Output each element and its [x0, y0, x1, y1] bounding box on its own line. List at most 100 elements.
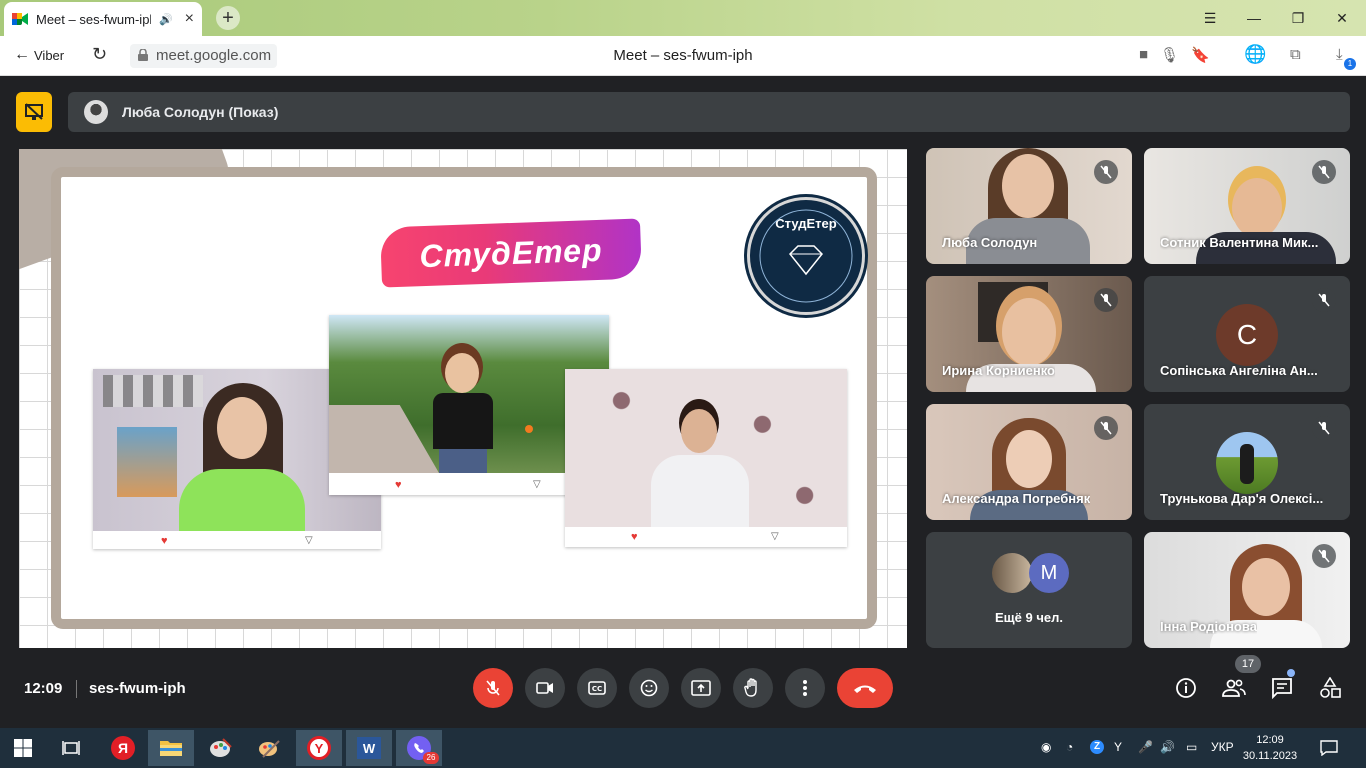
heart-icon: ♥ [631, 531, 638, 543]
close-tab-icon[interactable]: × [185, 10, 194, 28]
task-view-icon [62, 741, 80, 755]
more-options-button[interactable] [785, 668, 825, 708]
slide-content: СтудЕтер СтудЕтер ♥ ▽ ♥ ▽ ♥ ▽ [71, 185, 865, 613]
activities-button[interactable] [1316, 674, 1344, 702]
paint-taskbar-button[interactable] [198, 730, 244, 766]
notification-icon [1320, 740, 1338, 756]
globe-icon[interactable]: 🌐 [1244, 44, 1266, 65]
participant-tile[interactable]: Ирина Корниенко [926, 276, 1132, 392]
reload-icon[interactable]: ↻ [92, 44, 107, 65]
close-window-button[interactable]: ✕ [1320, 0, 1364, 36]
participant-tile[interactable]: Александра Погребняк [926, 404, 1132, 520]
browser-tab-strip: Meet – ses-fwum-iph 🔊 × + ☰ — ❐ ✕ [0, 0, 1366, 36]
reactions-button[interactable] [629, 668, 669, 708]
participant-tile[interactable]: Люба Солодун [926, 148, 1132, 264]
participant-name: Александра Погребняк [942, 491, 1091, 506]
language-indicator[interactable]: УКР [1211, 740, 1234, 754]
task-view-button[interactable] [48, 730, 94, 766]
arrow-left-icon: ← [14, 46, 30, 63]
participant-avatar [1216, 432, 1278, 494]
extensions-icon[interactable]: ⧉ [1290, 46, 1301, 63]
send-icon: ▽ [771, 531, 779, 542]
emoji-icon [640, 679, 658, 697]
system-clock[interactable]: 12:09 30.11.2023 [1242, 732, 1298, 764]
studeter-seal: СтудЕтер [747, 197, 865, 315]
heart-icon: ♥ [161, 535, 168, 547]
diamond-icon [759, 209, 853, 303]
slide-frame: СтудЕтер СтудЕтер ♥ ▽ ♥ ▽ ♥ ▽ [51, 167, 877, 629]
paint3d-taskbar-button[interactable] [246, 730, 292, 766]
chat-button[interactable] [1268, 674, 1296, 702]
menu-icon[interactable]: ☰ [1188, 0, 1232, 36]
participant-video-face [1006, 430, 1052, 488]
camera-indicator-icon[interactable]: ■ [1139, 46, 1148, 63]
participant-video-face [1232, 178, 1282, 238]
meeting-time: 12:09 [24, 680, 63, 697]
speaker-icon[interactable]: 🔊 [159, 13, 173, 26]
microphone-indicator-icon[interactable]: 🎙 [1160, 46, 1179, 64]
yandex-browser-taskbar-button[interactable]: Y [296, 730, 342, 766]
yandex-taskbar-button[interactable]: Я [100, 730, 146, 766]
end-call-button[interactable] [837, 668, 893, 708]
viber-tray-icon[interactable]: ◉ [1041, 740, 1051, 754]
participant-name: Трунькова Дар'я Олексі... [1160, 491, 1324, 506]
muted-mic-icon [1094, 416, 1118, 440]
participant-video-face [1002, 154, 1054, 218]
back-label: Viber [34, 47, 65, 63]
battery-icon[interactable]: ▭ [1186, 740, 1197, 754]
yandex-tray-icon[interactable]: Y [1114, 740, 1122, 754]
muted-mic-icon [1312, 288, 1336, 312]
camera-toggle-button[interactable] [525, 668, 565, 708]
raise-hand-button[interactable] [733, 668, 773, 708]
clock-date: 30.11.2023 [1242, 750, 1298, 762]
captions-button[interactable]: CC [577, 668, 617, 708]
participant-avatar: M [1029, 553, 1069, 593]
participant-name: Люба Солодун [942, 235, 1038, 250]
clock-time: 12:09 [1256, 734, 1284, 746]
hang-up-icon [854, 685, 876, 693]
shared-screen: СтудЕтер СтудЕтер ♥ ▽ ♥ ▽ ♥ ▽ [19, 149, 907, 648]
restore-button[interactable]: ❐ [1276, 0, 1320, 36]
browser-tab-meet[interactable]: Meet – ses-fwum-iph 🔊 × [4, 2, 202, 36]
presenter-avatar [84, 100, 108, 124]
participant-avatar [992, 553, 1032, 593]
back-button[interactable]: ← Viber [14, 46, 64, 64]
people-button[interactable] [1220, 674, 1248, 702]
url-text: meet.google.com [156, 47, 272, 64]
folder-icon [160, 741, 182, 756]
bookmark-icon[interactable]: 🔖 [1191, 46, 1210, 64]
participant-tile[interactable]: Сотник Валентина Мик... [1144, 148, 1350, 264]
microphone-tray-icon[interactable]: 🎤 [1138, 740, 1153, 754]
participant-avatar: С [1216, 304, 1278, 366]
stop-presenting-button[interactable] [16, 92, 52, 132]
chat-notification-dot [1287, 669, 1295, 677]
viber-taskbar-button[interactable]: 26 [396, 730, 442, 766]
mic-off-icon [486, 680, 500, 696]
windows-taskbar: Я Y W 26 ◉ ◔ Z Y 🎤 🔊 ▭ УКР 12:09 30.11.2… [0, 728, 1366, 768]
volume-icon[interactable]: 🔊 [1160, 740, 1175, 754]
participant-tile[interactable]: Інна Родіонова [1144, 532, 1350, 648]
people-icon [1222, 679, 1246, 697]
presenter-bar: Люба Солодун (Показ) [68, 92, 1350, 132]
zoom-tray-icon[interactable]: Z [1090, 740, 1104, 754]
participant-tile[interactable]: Трунькова Дар'я Олексі... [1144, 404, 1350, 520]
download-icon[interactable]: ⤓ [1336, 46, 1343, 63]
file-explorer-taskbar-button[interactable] [148, 730, 194, 766]
microphone-toggle-button[interactable] [473, 668, 513, 708]
minimize-button[interactable]: — [1232, 0, 1276, 36]
meet-area: Люба Солодун (Показ) СтудЕтер СтудЕтер ♥… [0, 77, 1366, 728]
more-participants-tile[interactable]: M Ещё 9 чел. [926, 532, 1132, 648]
notifications-button[interactable] [1306, 730, 1352, 766]
new-tab-button[interactable]: + [216, 6, 240, 30]
url-field[interactable]: meet.google.com [130, 44, 278, 68]
yandex-icon: Я [111, 736, 135, 760]
meeting-info-button[interactable] [1172, 674, 1200, 702]
network-icon[interactable]: ◔ [1066, 740, 1073, 754]
windows-icon [14, 739, 32, 757]
word-taskbar-button[interactable]: W [346, 730, 392, 766]
present-screen-button[interactable] [681, 668, 721, 708]
start-button[interactable] [0, 730, 46, 766]
yandex-browser-icon: Y [307, 736, 331, 760]
participant-name: Сотник Валентина Мик... [1160, 235, 1319, 250]
participant-tile[interactable]: С Сопінська Ангеліна Ан... [1144, 276, 1350, 392]
